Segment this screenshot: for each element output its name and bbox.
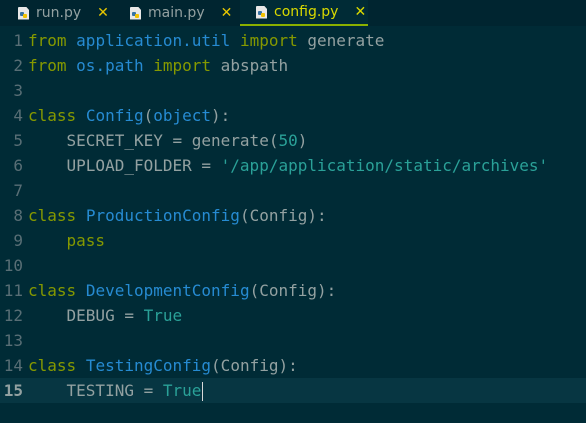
line-content: UPLOAD_FOLDER = '/app/application/static… bbox=[28, 156, 549, 175]
code-line: 11 class DevelopmentConfig(Config): bbox=[0, 278, 586, 303]
code-line: 1 from application.util import generate bbox=[0, 28, 586, 53]
line-content: from os.path import abspath bbox=[28, 56, 289, 75]
line-content: from application.util import generate bbox=[28, 31, 385, 50]
line-content: class ProductionConfig(Config): bbox=[28, 206, 327, 225]
code-line: 7 bbox=[0, 178, 586, 203]
code-line: 8 class ProductionConfig(Config): bbox=[0, 203, 586, 228]
tab-label: config.py bbox=[274, 4, 339, 20]
code-line: 2 from os.path import abspath bbox=[0, 53, 586, 78]
close-icon[interactable]: ✕ bbox=[97, 5, 109, 21]
text-cursor bbox=[202, 381, 204, 401]
close-icon[interactable]: ✕ bbox=[354, 4, 366, 20]
code-line: 12 DEBUG = True bbox=[0, 303, 586, 328]
code-line: 13 bbox=[0, 328, 586, 353]
python-file-icon bbox=[256, 5, 267, 19]
code-editor[interactable]: run.py ✕ main.py ✕ config.py ✕ 1 from ap… bbox=[0, 0, 586, 423]
line-number: 1 bbox=[13, 31, 23, 50]
line-content: class Config(object): bbox=[28, 106, 231, 125]
python-file-icon bbox=[18, 6, 29, 20]
line-number: 5 bbox=[13, 131, 23, 150]
tab-config-py[interactable]: config.py ✕ bbox=[240, 0, 368, 26]
code-line-current: 15 TESTING = True bbox=[0, 378, 586, 403]
line-number: 4 bbox=[13, 106, 23, 125]
code-line: 9 pass bbox=[0, 228, 586, 253]
tab-bar: run.py ✕ main.py ✕ config.py ✕ bbox=[0, 0, 586, 26]
code-line: 4 class Config(object): bbox=[0, 103, 586, 128]
tab-run-py[interactable]: run.py ✕ bbox=[18, 0, 112, 26]
tab-label: main.py bbox=[148, 5, 205, 21]
code-line: 10 bbox=[0, 253, 586, 278]
code-line: 6 UPLOAD_FOLDER = '/app/application/stat… bbox=[0, 153, 586, 178]
line-content: class DevelopmentConfig(Config): bbox=[28, 281, 337, 300]
line-number: 12 bbox=[3, 306, 23, 325]
tab-label: run.py bbox=[36, 5, 82, 21]
python-file-icon bbox=[130, 6, 141, 20]
line-content: DEBUG = True bbox=[28, 306, 183, 325]
line-number: 11 bbox=[3, 281, 23, 300]
line-number: 9 bbox=[13, 231, 23, 250]
line-content: SECRET_KEY = generate(50) bbox=[28, 131, 308, 150]
line-content: pass bbox=[66, 231, 106, 250]
code-line: 14 class TestingConfig(Config): bbox=[0, 353, 586, 378]
line-content: TESTING = True bbox=[28, 380, 204, 401]
line-number: 6 bbox=[13, 156, 23, 175]
line-content: class TestingConfig(Config): bbox=[28, 356, 298, 375]
line-number: 3 bbox=[13, 81, 23, 100]
line-number: 15 bbox=[3, 381, 23, 400]
line-number: 8 bbox=[13, 206, 23, 225]
line-number: 2 bbox=[13, 56, 23, 75]
code-line: 5 SECRET_KEY = generate(50) bbox=[0, 128, 586, 153]
line-number: 13 bbox=[3, 331, 23, 350]
line-number: 7 bbox=[13, 181, 23, 200]
line-number: 10 bbox=[3, 256, 23, 275]
code-line: 3 bbox=[0, 78, 586, 103]
close-icon[interactable]: ✕ bbox=[221, 5, 233, 21]
line-number: 14 bbox=[3, 356, 23, 375]
tab-main-py[interactable]: main.py ✕ bbox=[130, 0, 236, 26]
